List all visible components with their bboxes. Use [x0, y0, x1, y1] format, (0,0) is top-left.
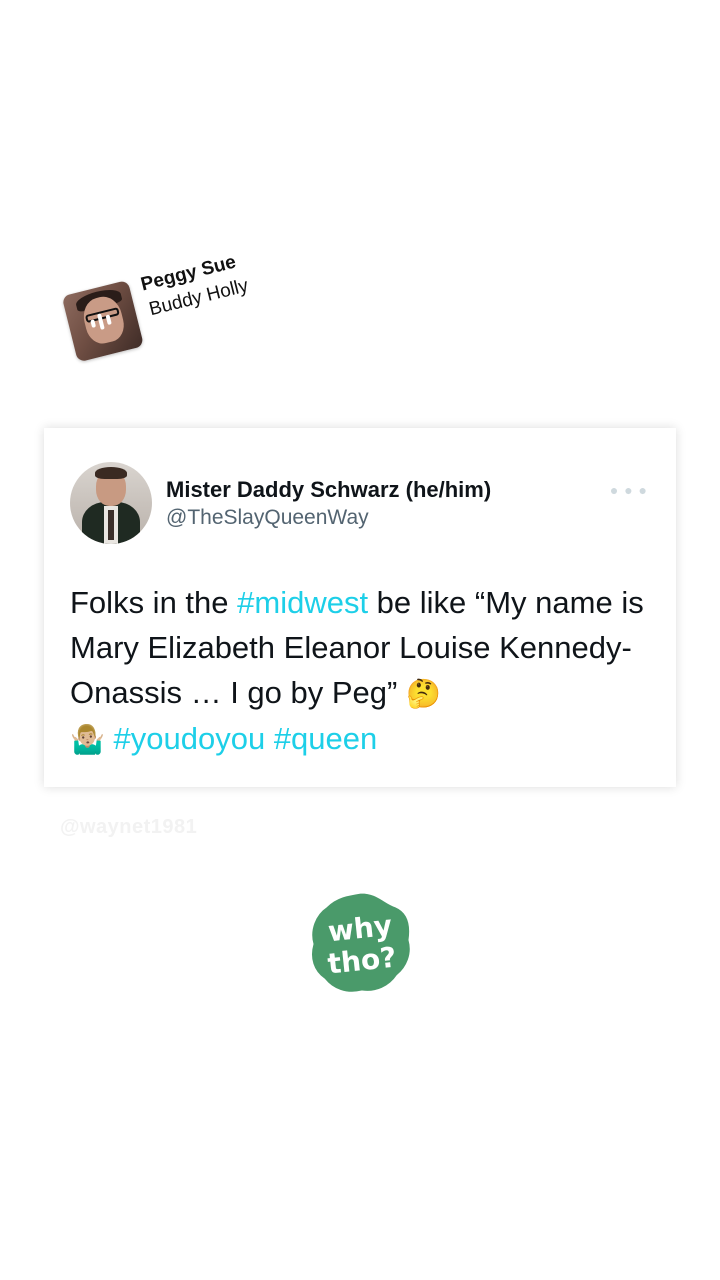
- hashtag-queen[interactable]: #queen: [274, 721, 377, 756]
- why-tho-sticker[interactable]: why tho?: [306, 888, 416, 998]
- watermark: @waynet1981: [60, 816, 198, 838]
- tweet-text-segment: Folks in the: [70, 585, 238, 620]
- shrug-emoji: 🤷🏼‍♂️: [70, 723, 105, 756]
- user-handle[interactable]: @TheSlayQueenWay: [166, 506, 369, 530]
- album-art: [61, 279, 145, 363]
- tweet-text: Folks in the #midwest be like “My name i…: [70, 580, 660, 762]
- tweet-card: Mister Daddy Schwarz (he/him) @TheSlayQu…: [44, 428, 676, 787]
- display-name[interactable]: Mister Daddy Schwarz (he/him): [166, 477, 491, 503]
- thinking-face-emoji: 🤔: [405, 677, 441, 710]
- avatar[interactable]: [70, 462, 152, 544]
- music-sticker[interactable]: Peggy Sue Buddy Holly: [45, 203, 307, 377]
- more-dots-icon[interactable]: ● ● ●: [610, 482, 648, 498]
- hashtag-youdoyou[interactable]: #youdoyou: [114, 721, 266, 756]
- why-tho-badge-icon: why tho?: [309, 890, 413, 995]
- hashtag-midwest[interactable]: #midwest: [237, 585, 368, 620]
